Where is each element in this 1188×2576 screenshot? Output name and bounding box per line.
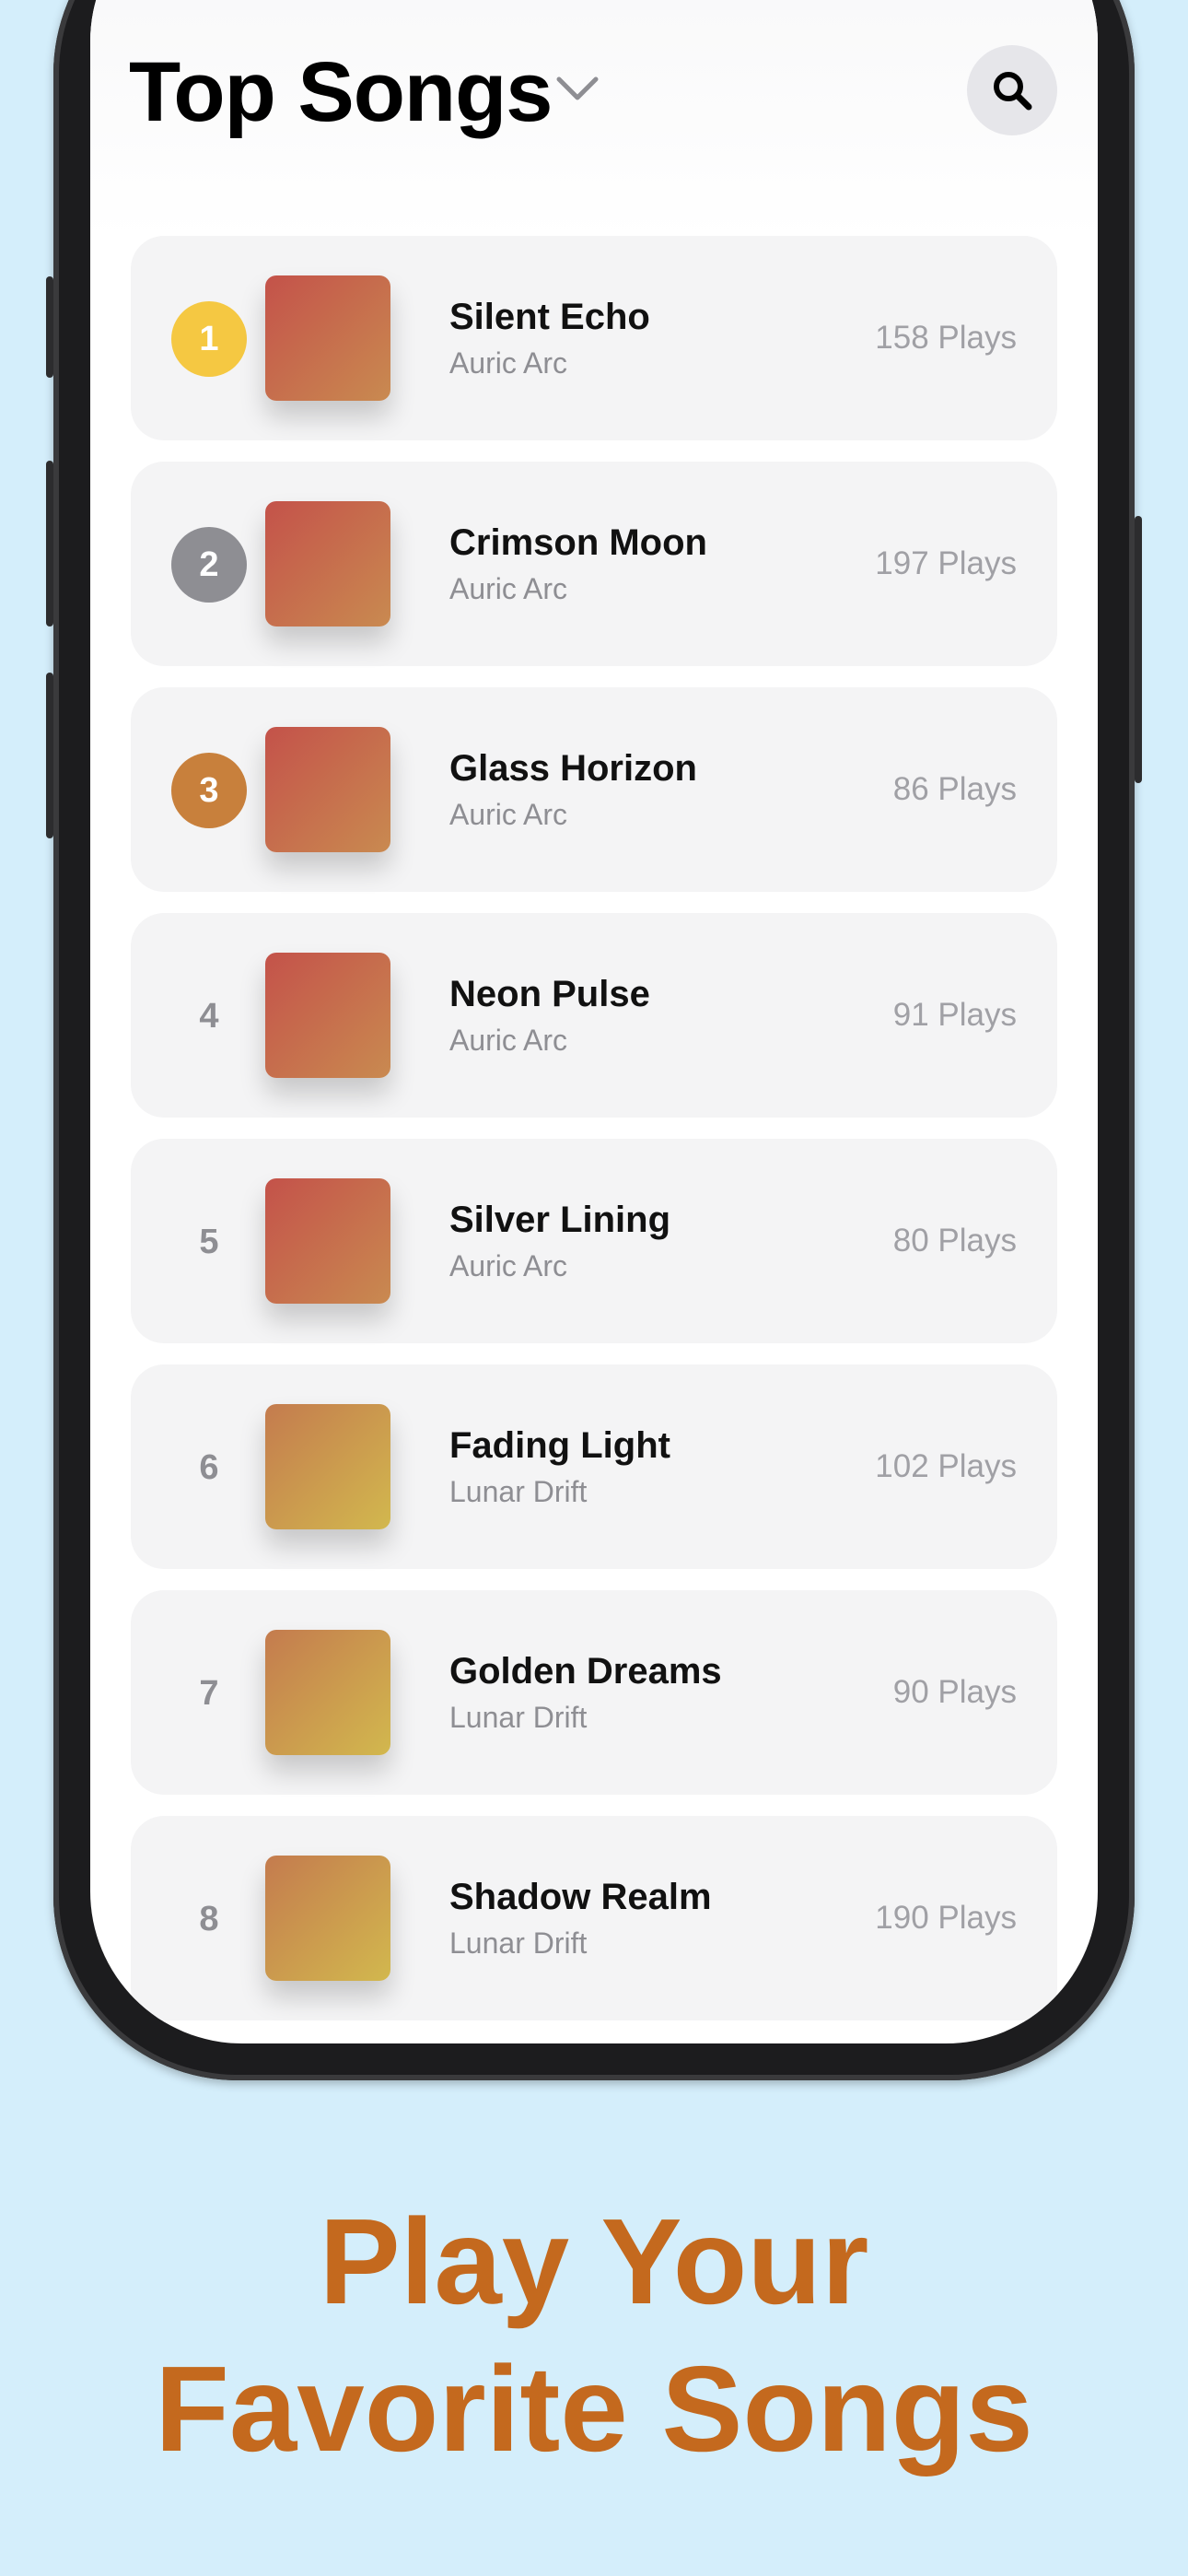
album-artwork [265,1856,390,1981]
app-screen: Top Songs 1 Silent Echo Auric Arc 158 Pl… [90,0,1098,2043]
chevron-down-icon[interactable] [553,70,601,107]
song-row[interactable]: 5 Silver Lining Auric Arc 80 Plays [131,1139,1057,1343]
rank-number: 6 [199,1447,219,1487]
rank-badge: 1 [171,301,247,377]
album-artwork [265,953,390,1078]
song-artist: Auric Arc [449,798,568,831]
play-count: 91 Plays [892,997,1017,1033]
song-row[interactable]: 8 Shadow Realm Lunar Drift 190 Plays [131,1816,1057,2020]
song-artist: Auric Arc [449,346,568,380]
song-artist: Auric Arc [449,1024,568,1057]
play-count: 190 Plays [875,1900,1017,1936]
play-count: 158 Plays [875,320,1017,356]
volume-down-button [46,673,53,838]
power-button [1135,516,1142,783]
promo-headline: Play Your Favorite Songs [0,2188,1188,2483]
song-row[interactable]: 7 Golden Dreams Lunar Drift 90 Plays [131,1590,1057,1795]
song-artist: Lunar Drift [449,1701,588,1734]
song-title: Glass Horizon [449,748,697,789]
album-artwork [265,1178,390,1304]
album-artwork [265,501,390,626]
play-count: 197 Plays [875,545,1017,581]
promo-line-1: Play Your [319,2194,869,2329]
play-count: 80 Plays [892,1223,1017,1259]
album-artwork [265,727,390,852]
song-title: Shadow Realm [449,1877,712,1917]
song-artist: Auric Arc [449,572,568,605]
song-artist: Auric Arc [449,1249,568,1282]
play-count: 102 Plays [875,1448,1017,1484]
rank-number: 8 [199,1899,219,1938]
song-artist: Lunar Drift [449,1926,588,1960]
song-list: 1 Silent Echo Auric Arc 158 Plays 2 Crim… [131,236,1057,2042]
search-button[interactable] [967,45,1057,135]
rank-badge: 2 [171,527,247,603]
play-count: 90 Plays [892,1674,1017,1710]
song-title: Silver Lining [449,1200,671,1240]
album-artwork [265,1630,390,1755]
rank-number: 5 [199,1222,219,1261]
search-icon [994,72,1032,111]
song-row[interactable]: 2 Crimson Moon Auric Arc 197 Plays [131,462,1057,666]
song-title: Neon Pulse [449,974,650,1014]
silent-switch [46,276,53,378]
page-title[interactable]: Top Songs [129,44,553,141]
rank-number: 4 [199,996,219,1036]
volume-up-button [46,461,53,626]
song-row[interactable]: 1 Silent Echo Auric Arc 158 Plays [131,236,1057,440]
song-title: Golden Dreams [449,1651,722,1692]
song-title: Silent Echo [449,297,650,337]
rank-number: 7 [199,1673,219,1713]
song-title: Crimson Moon [449,522,707,563]
song-artist: Lunar Drift [449,1475,588,1508]
song-row[interactable]: 4 Neon Pulse Auric Arc 91 Plays [131,913,1057,1118]
song-row[interactable]: 3 Glass Horizon Auric Arc 86 Plays [131,687,1057,892]
play-count: 86 Plays [892,771,1017,807]
album-artwork [265,1404,390,1529]
song-row[interactable]: 6 Fading Light Lunar Drift 102 Plays [131,1364,1057,1569]
promo-line-2: Favorite Songs [155,2341,1033,2476]
album-artwork [265,275,390,401]
song-title: Fading Light [449,1425,670,1466]
rank-badge: 3 [171,753,247,828]
